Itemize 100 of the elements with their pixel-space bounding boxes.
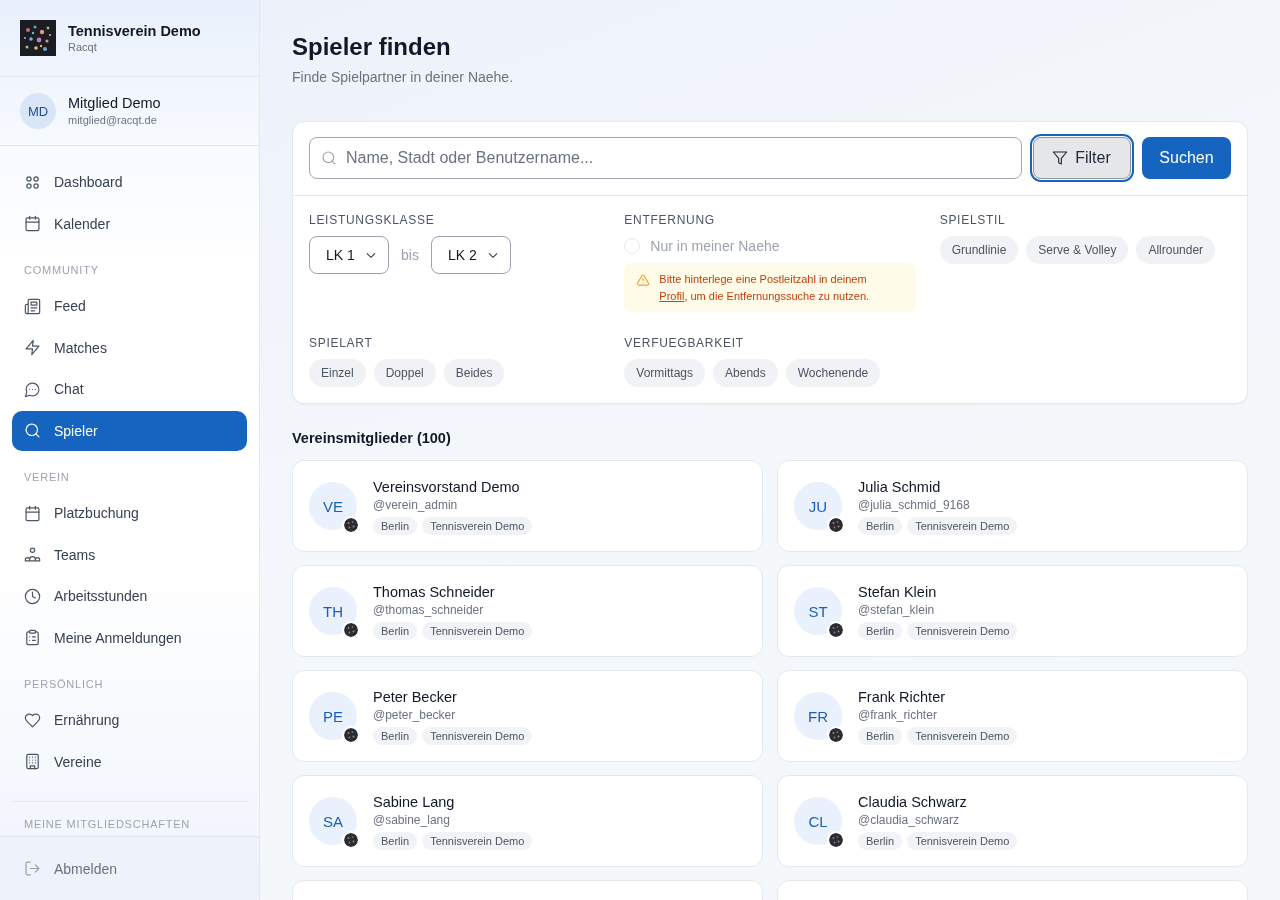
member-name: Frank Richter xyxy=(858,688,947,707)
nav-section-heading: PERSÖNLICH xyxy=(23,677,105,692)
member-card[interactable]: TH Thomas Schneider @thomas_schneider Berlin Tennisverein Demo xyxy=(292,565,763,657)
member-card[interactable]: ST Stefan Klein @stefan_klein Berlin Tennisverein Demo xyxy=(777,565,1248,657)
calendar-icon xyxy=(25,505,40,521)
member-tag: Tennisverein Demo xyxy=(422,517,533,535)
page-title: Spieler finden xyxy=(292,32,452,62)
nav-section-heading: VEREIN xyxy=(23,470,71,485)
filter-chip[interactable]: Serve & Volley xyxy=(1026,236,1129,264)
member-name: Sabine Lang xyxy=(373,793,456,812)
grid-icon xyxy=(25,174,40,190)
member-avatar: FR xyxy=(794,692,842,740)
level-select[interactable]: LK 1 xyxy=(309,236,389,274)
member-avatar: PE xyxy=(309,692,357,740)
search-icon xyxy=(322,151,336,165)
member-tag: Berlin xyxy=(373,832,418,850)
building-icon xyxy=(25,754,40,769)
filter-heading: LEISTUNGSKLASSE xyxy=(309,212,436,228)
member-avatar: VE xyxy=(309,482,357,530)
nav-item[interactable]: Spieler xyxy=(12,410,247,451)
filter-chip[interactable]: Wochenende xyxy=(785,359,881,387)
member-username: @claudia_schwarz xyxy=(858,812,960,828)
member-card[interactable]: SA Sabine Lang @sabine_lang Berlin Tennisverein Demo xyxy=(292,775,763,867)
club-subtitle: Racqt xyxy=(68,40,98,54)
member-tag: Tennisverein Demo xyxy=(422,832,533,850)
user-email: mitglied@racqt.de xyxy=(68,113,158,128)
member-tag: Berlin xyxy=(858,832,903,850)
member-tag: Berlin xyxy=(373,622,418,640)
level-select[interactable]: LK 2 xyxy=(430,236,511,274)
nav-item[interactable]: Teams xyxy=(12,534,247,575)
filter-chip[interactable]: Doppel xyxy=(373,359,436,387)
member-name: Vereinsvorstand Demo xyxy=(373,478,521,497)
member-card[interactable]: VE Vereinsvorstand Demo @verein_admin Berlin Tennisverein Demo xyxy=(292,460,763,552)
logo-badge-icon xyxy=(344,623,358,637)
filter-button[interactable]: Filter xyxy=(1033,137,1131,179)
member-tag: Tennisverein Demo xyxy=(907,832,1018,850)
nav-item[interactable]: Ernährung xyxy=(12,700,247,740)
caret-icon xyxy=(366,252,376,258)
member-card[interactable]: PE Peter Becker @peter_becker Berlin Tennisverein Demo xyxy=(292,670,763,762)
nav-item[interactable]: Dashboard xyxy=(12,162,247,202)
search-field[interactable]: Name, Stadt oder Benutzername... xyxy=(309,137,1022,179)
nav-item[interactable]: Kalender xyxy=(12,203,247,244)
member-username: @julia_schmid_9168 xyxy=(858,497,971,513)
member-card[interactable]: JU Julia Schmid @julia_schmid_9168 Berlin Tennisverein Demo xyxy=(777,460,1248,552)
nav-item[interactable]: Matches xyxy=(12,327,247,368)
search-icon xyxy=(25,423,40,438)
nav-item[interactable]: Feed xyxy=(12,286,247,326)
member-tag: Berlin xyxy=(858,727,903,745)
nav-item[interactable]: Vereine xyxy=(12,741,247,782)
filter-chip[interactable]: Abends xyxy=(713,359,778,387)
member-card[interactable]: CL Claudia Schwarz @claudia_schwarz Berlin Tennisverein Demo xyxy=(777,775,1248,867)
member-avatar: SA xyxy=(309,797,357,845)
filter-chip[interactable]: Beides xyxy=(443,359,505,387)
member-avatar: JU xyxy=(794,482,842,530)
member-username: @sabine_lang xyxy=(373,812,451,828)
heart-icon xyxy=(25,712,40,728)
member-name: Peter Becker xyxy=(373,688,458,707)
member-avatar: CL xyxy=(794,797,842,845)
member-card[interactable]: FR Frank Richter @frank_richter Berlin Tennisverein Demo xyxy=(777,670,1248,762)
caret-icon xyxy=(487,252,498,258)
clipboard-icon xyxy=(25,630,40,645)
logo-badge-icon xyxy=(344,833,358,847)
member-username: @frank_richter xyxy=(858,707,938,723)
filter-heading: VERFUEGBARKEIT xyxy=(624,335,745,351)
notice-text: Bitte hinterlege eine Postleitzahl in deinem Profil, um die Entfernungssuche zu nutzen. xyxy=(659,272,871,304)
lightning-icon xyxy=(25,340,40,355)
nav-item[interactable]: Arbeitsstunden xyxy=(12,576,247,616)
member-tag: Berlin xyxy=(373,727,418,745)
member-tag: Tennisverein Demo xyxy=(907,727,1018,745)
nav-item[interactable]: Platzbuchung xyxy=(12,493,247,533)
member-tag: Berlin xyxy=(373,517,418,535)
member-name: Thomas Schneider xyxy=(373,583,496,602)
page-subtitle: Finde Spielpartner in deiner Naehe. xyxy=(292,68,515,87)
user-avatar: MD xyxy=(20,93,56,129)
member-tag: Tennisverein Demo xyxy=(422,622,533,640)
chat-bubble-icon xyxy=(25,381,40,397)
warning-icon xyxy=(637,274,650,286)
people-icon xyxy=(25,547,40,562)
member-name: Claudia Schwarz xyxy=(858,793,968,812)
logo-badge-icon xyxy=(344,518,358,532)
member-avatar: TH xyxy=(309,587,357,635)
calendar-icon xyxy=(25,216,40,231)
search-button[interactable]: Suchen xyxy=(1142,137,1231,179)
filter-chip[interactable]: Vormittags xyxy=(624,359,706,387)
nav-item[interactable]: Meine Anmeldungen xyxy=(12,617,247,658)
filter-chip[interactable]: Grundlinie xyxy=(939,236,1019,264)
range-separator: bis xyxy=(401,247,419,263)
logo-badge-icon xyxy=(344,728,358,742)
member-avatar: ST xyxy=(794,587,842,635)
filter-heading: SPIELART xyxy=(309,335,374,351)
nav-item[interactable]: Chat xyxy=(12,369,247,409)
filter-chip[interactable]: Allrounder xyxy=(1136,236,1216,264)
members-heading: Vereinsmitglieder (100) xyxy=(292,429,452,448)
logout-icon xyxy=(25,861,40,876)
filter-chip[interactable]: Einzel xyxy=(309,359,366,387)
nav-section-heading: COMMUNITY xyxy=(23,263,100,278)
radio-label: Nur in meiner Naehe xyxy=(650,238,780,254)
logo-image xyxy=(20,20,56,56)
member-tag: Tennisverein Demo xyxy=(907,622,1018,640)
member-name: Stefan Klein xyxy=(858,583,938,602)
